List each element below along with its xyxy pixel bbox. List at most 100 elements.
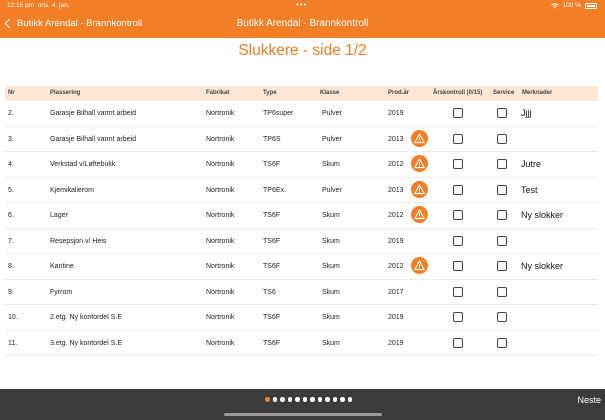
row-nr: 6. [8, 212, 14, 219]
row-type: TS6F [263, 212, 281, 219]
table-row[interactable]: 10. 2.etg. Ny kontordel S.E Nortronik TS6F S… [5, 305, 598, 331]
service-checkbox[interactable] [497, 184, 507, 195]
row-fabrikat: Nortronik [206, 237, 235, 245]
service-checkbox[interactable] [497, 286, 507, 297]
row-klasse: Skum [322, 263, 340, 270]
service-checkbox[interactable] [497, 133, 507, 144]
arskontroll-checkbox[interactable] [453, 261, 463, 271]
row-fabrikat: Nortronik [206, 263, 235, 270]
page-dot[interactable] [280, 397, 285, 402]
col-service: Service [493, 90, 515, 96]
row-fabrikat: Nortronik [206, 212, 235, 219]
row-fabrikat: Nortronik [206, 288, 235, 296]
row-nr: 2. [8, 110, 14, 117]
row-prod: 2013 [388, 186, 404, 194]
arskontroll-checkbox[interactable] [453, 133, 463, 144]
battery-icon [585, 2, 597, 9]
status-right: 100 % [550, 2, 597, 9]
arskontroll-checkbox[interactable] [453, 108, 463, 118]
page-title: Slukkere - side 1/2 [238, 42, 367, 59]
page-dot[interactable] [340, 397, 345, 402]
row-type: TS6F [263, 339, 281, 347]
arskontroll-checkbox[interactable] [453, 235, 463, 246]
table-row[interactable]: 4. Verkstad v/Løftebukk Nortronik TS6F Skum 2… [5, 152, 598, 178]
arskontroll-checkbox[interactable] [453, 210, 463, 220]
page-dot[interactable] [287, 397, 292, 402]
row-nr: 7. [8, 237, 14, 245]
arskontroll-checkbox[interactable] [453, 159, 463, 169]
page-dot[interactable] [302, 397, 307, 402]
table-header: Nr Plassering Fabrikat Type Klasse Prod.… [5, 86, 598, 101]
bottom-bar: Neste [0, 389, 605, 420]
page-indicator[interactable] [265, 397, 352, 402]
row-nr: 8. [8, 263, 14, 270]
arskontroll-checkbox[interactable] [453, 286, 463, 297]
table-row[interactable]: 9. Fyrrom Nortronik TS6 Skum 2017 [5, 280, 598, 305]
page-dot[interactable] [325, 397, 330, 402]
row-fabrikat: Nortronik [206, 339, 235, 347]
row-type: TS6F [263, 161, 281, 168]
row-nr: 9. [8, 288, 14, 296]
service-checkbox[interactable] [497, 108, 507, 118]
table-row[interactable]: 7. Resepsjon v/ Heis Nortronik TS6F Skum 2019 [5, 229, 598, 254]
row-klasse: Skum [322, 237, 340, 245]
table-row[interactable]: 8. Kantine Nortronik TS6F Skum 2012 Ny slokker [5, 254, 598, 280]
row-prod: 2012 [388, 263, 404, 270]
col-nr: Nr [8, 90, 15, 96]
row-fabrikat: Nortronik [206, 110, 235, 117]
row-nr: 5. [8, 186, 14, 194]
row-merknad: Jutre [521, 159, 542, 169]
row-klasse: Skum [322, 339, 340, 347]
service-checkbox[interactable] [497, 337, 507, 348]
arskontroll-checkbox[interactable] [453, 184, 463, 195]
table-row[interactable]: 6. Lager Nortronik TS6F Skum 2012 Ny slokker [5, 203, 598, 229]
page-dot[interactable] [272, 397, 277, 402]
row-merknad: Test [521, 184, 538, 195]
col-fabrikat: Fabrikat [206, 90, 230, 96]
row-type: TS6F [263, 314, 281, 321]
service-checkbox[interactable] [497, 261, 507, 271]
service-checkbox[interactable] [497, 312, 507, 322]
multitask-dots[interactable]: ••• [296, 0, 307, 9]
arskontroll-checkbox[interactable] [453, 312, 463, 322]
table-body: 2. Garasje Bilhall varmt arbeid Nortronik T… [5, 101, 598, 356]
status-time-date: 12:15 pm ons. 4. jan. [7, 2, 70, 9]
row-klasse: Skum [322, 161, 340, 168]
warning-triangle-icon[interactable] [411, 180, 428, 198]
row-plassering: 2.etg. Ny kontordel S.E [50, 314, 122, 321]
row-fabrikat: Nortronik [206, 161, 235, 168]
table-row[interactable]: 11. 3.etg. Ny kontordel S.E Nortronik TS6F S… [5, 331, 598, 356]
table-row[interactable]: 5. Kjemikalierom Nortronik TP6Ex. Pulver 2013… [5, 178, 598, 203]
page-dot[interactable] [332, 397, 337, 402]
page-dot[interactable] [317, 397, 322, 402]
col-klasse: Klasse [320, 90, 340, 96]
extinguisher-table: Nr Plassering Fabrikat Type Klasse Prod.… [5, 86, 598, 356]
row-prod: 2017 [388, 288, 404, 296]
warning-triangle-icon[interactable] [411, 155, 428, 172]
row-prod: 2013 [388, 135, 404, 143]
page-dot[interactable] [347, 397, 352, 402]
table-row[interactable]: 2. Garasje Bilhall varmt arbeid Nortronik T… [5, 101, 598, 127]
row-klasse: Pulver [322, 135, 342, 143]
page-dot[interactable] [295, 397, 300, 402]
warning-triangle-icon[interactable] [411, 129, 428, 147]
page-dot[interactable] [265, 397, 270, 402]
service-checkbox[interactable] [497, 210, 507, 220]
next-button[interactable]: Neste [577, 395, 601, 405]
col-type: Type [263, 90, 277, 96]
row-plassering: Resepsjon v/ Heis [50, 237, 107, 245]
service-checkbox[interactable] [497, 159, 507, 169]
warning-triangle-icon[interactable] [411, 257, 428, 274]
table-row[interactable]: 3. Garasje Bilhall varmt arbeid Nortronik T… [5, 127, 598, 152]
row-klasse: Skum [322, 212, 340, 219]
row-type: TS6F [263, 237, 281, 245]
service-checkbox[interactable] [497, 235, 507, 246]
row-prod: 2019 [388, 339, 404, 347]
row-plassering: Kjemikalierom [50, 186, 94, 194]
row-plassering: Verkstad v/Løftebukk [50, 161, 116, 168]
warning-triangle-icon[interactable] [411, 206, 428, 223]
row-plassering: Lager [50, 212, 68, 219]
arskontroll-checkbox[interactable] [453, 337, 463, 348]
row-klasse: Pulver [322, 110, 342, 117]
page-dot[interactable] [310, 397, 315, 402]
